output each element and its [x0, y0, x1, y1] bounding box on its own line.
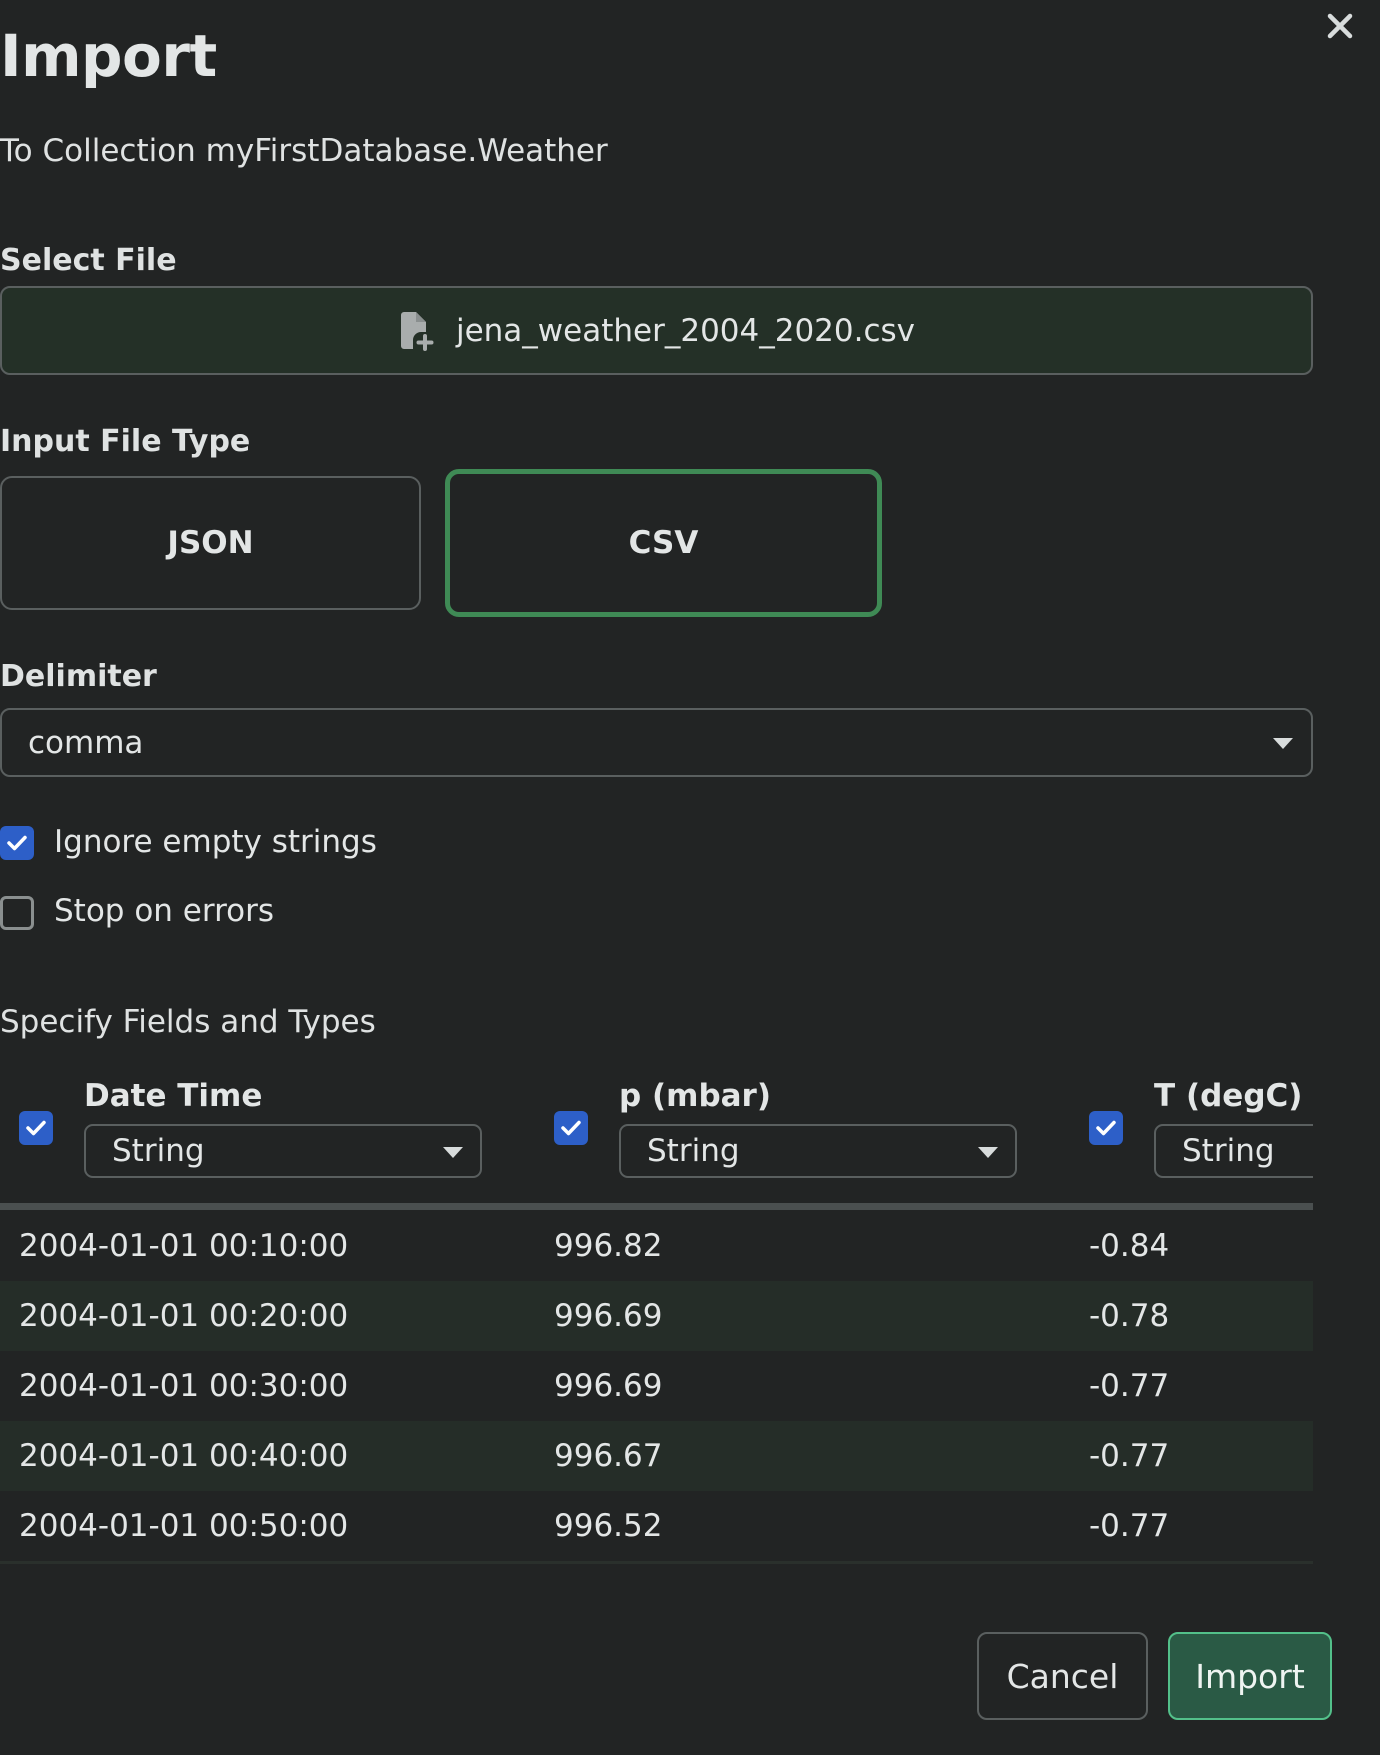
table-cell: 996.67: [554, 1438, 663, 1474]
input-file-type-label: Input File Type: [0, 424, 251, 459]
chevron-down-icon: [443, 1147, 463, 1158]
table-header-divider: [0, 1203, 1313, 1210]
field-checkbox-t-degc[interactable]: [1089, 1111, 1123, 1145]
field-type-value: String: [647, 1133, 740, 1169]
stop-on-errors-label: Stop on errors: [54, 893, 274, 929]
table-cell: 996.69: [554, 1298, 663, 1334]
table-row: 2004-01-01 00:30:00 996.69 -0.77: [0, 1351, 1313, 1421]
table-bottom-edge: [0, 1561, 1313, 1564]
field-type-select-t-degc[interactable]: String: [1154, 1124, 1313, 1178]
chevron-down-icon: [1273, 738, 1293, 749]
delimiter-label: Delimiter: [0, 659, 157, 694]
check-icon: [561, 1120, 581, 1136]
table-cell: -0.77: [1089, 1438, 1170, 1474]
table-cell: -0.84: [1089, 1228, 1170, 1264]
json-option-label: JSON: [167, 525, 254, 561]
field-type-value: String: [1182, 1133, 1275, 1169]
import-button[interactable]: Import: [1168, 1632, 1332, 1720]
ignore-empty-strings-checkbox[interactable]: [0, 826, 34, 860]
csv-option-label: CSV: [628, 525, 699, 561]
ignore-empty-strings-label: Ignore empty strings: [54, 824, 377, 860]
table-cell: 996.52: [554, 1508, 663, 1544]
field-type-select-p-mbar[interactable]: String: [619, 1124, 1017, 1178]
delimiter-select[interactable]: comma: [0, 708, 1313, 777]
table-row: 2004-01-01 00:50:00 996.52 -0.77: [0, 1491, 1313, 1561]
table-cell: -0.78: [1089, 1298, 1170, 1334]
fields-section-title: Specify Fields and Types: [0, 1004, 376, 1040]
fields-table: Date Time String p (mbar) String T (degC…: [0, 1070, 1313, 1570]
file-add-icon: [400, 311, 434, 351]
table-cell: 2004-01-01 00:50:00: [19, 1508, 349, 1544]
field-checkbox-date-time[interactable]: [19, 1111, 53, 1145]
table-cell: -0.77: [1089, 1508, 1170, 1544]
field-name-t-degc: T (degC): [1154, 1078, 1303, 1114]
stop-on-errors-checkbox[interactable]: [0, 896, 34, 930]
delimiter-value: comma: [28, 724, 144, 761]
field-name-p-mbar: p (mbar): [619, 1078, 772, 1114]
csv-option[interactable]: CSV: [445, 469, 882, 617]
select-file-button[interactable]: jena_weather_2004_2020.csv: [0, 286, 1313, 375]
table-cell: 996.69: [554, 1368, 663, 1404]
table-cell: 996.82: [554, 1228, 663, 1264]
table-cell: 2004-01-01 00:40:00: [19, 1438, 349, 1474]
json-option[interactable]: JSON: [0, 476, 421, 610]
field-name-date-time: Date Time: [84, 1078, 263, 1114]
check-icon: [7, 835, 27, 851]
dialog-subtitle: To Collection myFirstDatabase.Weather: [0, 133, 608, 169]
close-button[interactable]: [1318, 4, 1362, 48]
field-type-select-date-time[interactable]: String: [84, 1124, 482, 1178]
table-row: 2004-01-01 00:10:00 996.82 -0.84: [0, 1211, 1313, 1281]
table-cell: 2004-01-01 00:10:00: [19, 1228, 349, 1264]
field-type-value: String: [112, 1133, 205, 1169]
field-checkbox-p-mbar[interactable]: [554, 1111, 588, 1145]
close-icon: [1327, 13, 1353, 39]
table-cell: 2004-01-01 00:30:00: [19, 1368, 349, 1404]
file-name: jena_weather_2004_2020.csv: [455, 312, 916, 349]
table-row: 2004-01-01 00:40:00 996.67 -0.77: [0, 1421, 1313, 1491]
chevron-down-icon: [978, 1147, 998, 1158]
check-icon: [26, 1120, 46, 1136]
table-row: 2004-01-01 00:20:00 996.69 -0.78: [0, 1281, 1313, 1351]
check-icon: [1096, 1120, 1116, 1136]
table-cell: -0.77: [1089, 1368, 1170, 1404]
cancel-button[interactable]: Cancel: [977, 1632, 1148, 1720]
dialog-title: Import: [0, 22, 217, 90]
table-cell: 2004-01-01 00:20:00: [19, 1298, 349, 1334]
select-file-label: Select File: [0, 243, 177, 278]
